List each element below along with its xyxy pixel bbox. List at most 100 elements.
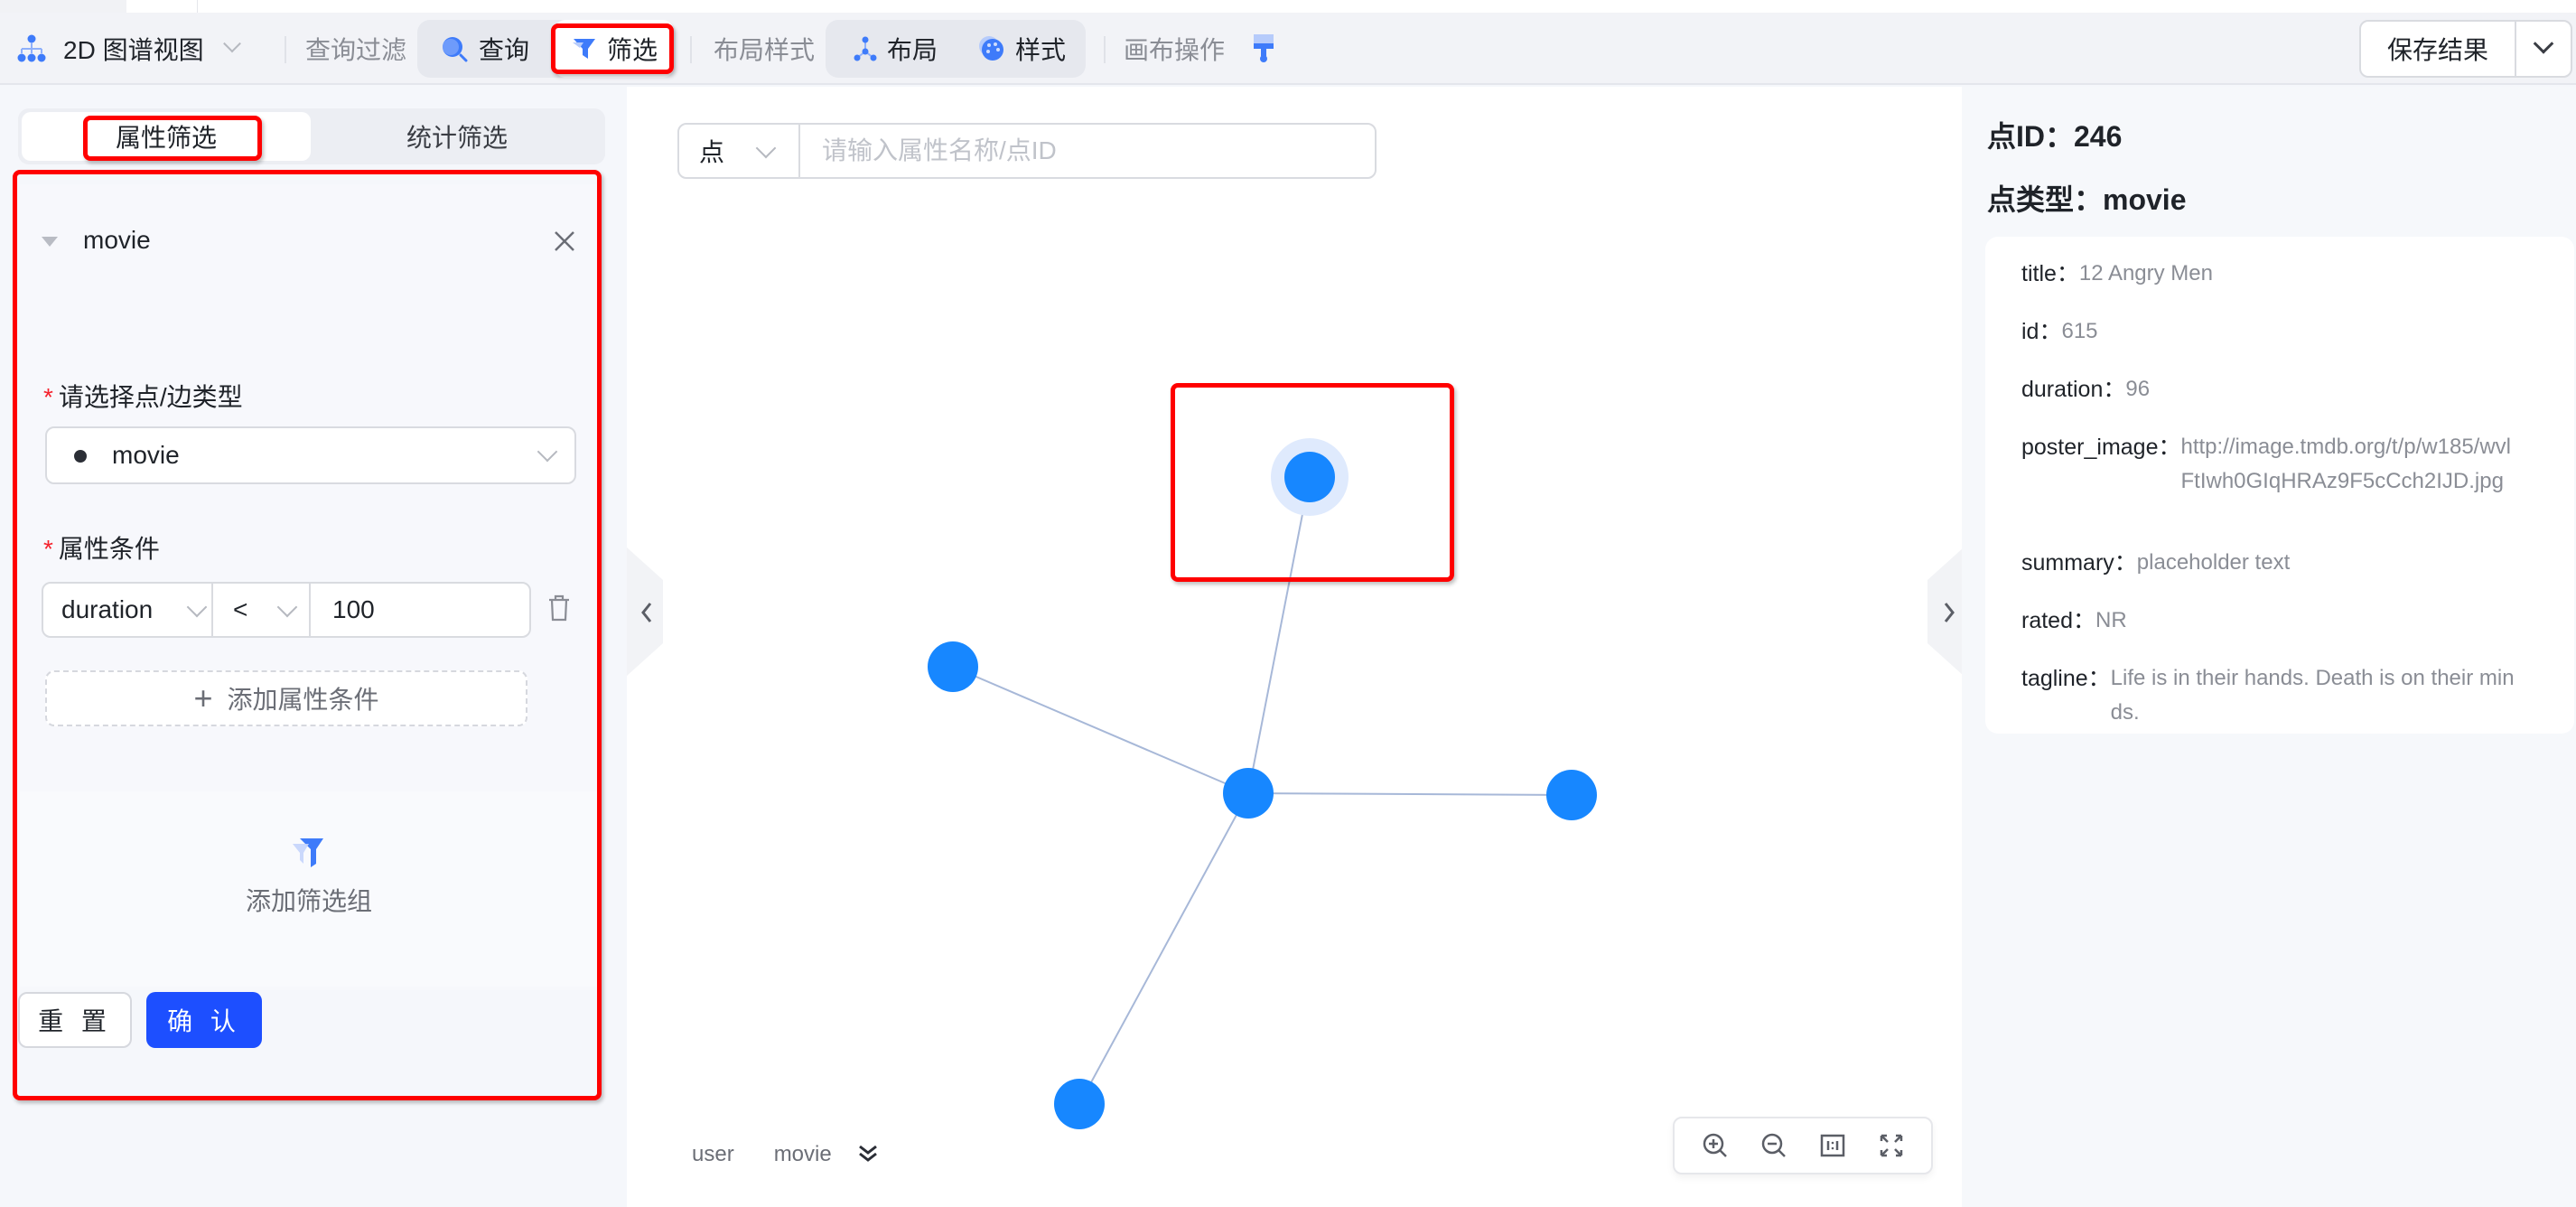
filter-funnel-icon: [573, 39, 595, 59]
style-button[interactable]: 样式: [961, 20, 1082, 78]
tab-statistics-filter[interactable]: 统计筛选: [313, 112, 602, 161]
property-row: tagline： Life is in their hands. Death i…: [2021, 661, 2554, 730]
zoom-out-icon: [1761, 1133, 1786, 1157]
confirm-button[interactable]: 确 认: [146, 992, 262, 1048]
node-detail-panel: 点ID：246 点类型：movie title： 12 Angry Men id…: [1962, 87, 2576, 1207]
zoom-in-button[interactable]: [1699, 1129, 1731, 1162]
trash-icon[interactable]: [546, 593, 573, 623]
query-label: 查询: [479, 36, 530, 64]
type-dot-icon: [74, 450, 87, 463]
search-type-value: 点: [699, 138, 725, 166]
property-value: Life is in their hands. Death is on thei…: [2110, 666, 2515, 725]
property-select[interactable]: duration: [61, 584, 215, 636]
property-key: tagline：: [2021, 666, 2111, 691]
required-asterisk: *: [43, 383, 53, 411]
chevron-down-icon: [276, 596, 298, 618]
property-select-value: duration: [61, 595, 154, 623]
query-button[interactable]: 查询: [425, 20, 546, 78]
add-filter-group-button[interactable]: 添加筛选组: [20, 791, 598, 987]
save-result-button[interactable]: 保存结果: [2361, 22, 2516, 76]
filter-group-card: movie *请选择点/边类型 movie *属性条件 duration <: [20, 184, 598, 990]
required-asterisk: *: [43, 535, 53, 563]
type-select-value: movie: [112, 441, 180, 469]
save-result-button-group: 保存结果: [2359, 20, 2572, 78]
chevron-down-icon: [755, 137, 777, 159]
tab-property-filter[interactable]: 属性筛选: [22, 112, 311, 161]
node-type-heading: 点类型：movie: [1987, 183, 2187, 216]
graph-svg[interactable]: [627, 87, 1962, 1207]
cell-divider: [309, 584, 311, 636]
operator-select-value: <: [233, 595, 248, 623]
collapse-left-panel-button[interactable]: [627, 535, 663, 688]
property-row: rated： NR: [2021, 604, 2554, 638]
type-select[interactable]: movie: [45, 426, 576, 484]
property-value: placeholder text: [2136, 550, 2291, 575]
zoom-out-button[interactable]: [1758, 1129, 1790, 1162]
close-icon[interactable]: [551, 228, 578, 255]
collapse-caret-icon[interactable]: [42, 237, 58, 247]
graph-edge[interactable]: [1247, 476, 1311, 794]
property-row: summary： placeholder text: [2021, 546, 2554, 580]
style-label: 样式: [1015, 36, 1067, 64]
double-chevron-down-icon[interactable]: [857, 1145, 879, 1165]
search-icon: [443, 37, 468, 62]
graph-node[interactable]: [928, 641, 978, 692]
search-type-select[interactable]: 点: [679, 125, 800, 177]
graph-legend: user movie: [692, 1142, 879, 1167]
view-selector-label: 2D 图谱视图: [63, 36, 204, 64]
section-label-canvas-ops: 画布操作: [1124, 36, 1226, 64]
condition-value: 100: [332, 595, 375, 623]
paint-brush-icon: [1254, 34, 1274, 62]
add-condition-label: 添加属性条件: [227, 686, 379, 714]
property-key: id：: [2021, 319, 2062, 344]
actual-size-button[interactable]: [1816, 1129, 1849, 1162]
save-options-dropdown[interactable]: [2516, 22, 2571, 76]
toolbar-divider: [1104, 36, 1106, 63]
property-key: summary：: [2021, 550, 2137, 575]
fullscreen-icon: [1880, 1134, 1902, 1157]
graph-node[interactable]: [1054, 1079, 1105, 1129]
graph-node-selected[interactable]: [1284, 452, 1335, 502]
property-row: id： 615: [2021, 314, 2554, 349]
legend-item-user[interactable]: user: [692, 1142, 734, 1167]
collapse-right-panel-button[interactable]: [1927, 535, 1964, 688]
reset-button[interactable]: 重 置: [18, 992, 132, 1048]
legend-item-movie[interactable]: movie: [774, 1142, 832, 1167]
fit-view-button[interactable]: [1875, 1129, 1908, 1162]
view-selector[interactable]: 2D 图谱视图: [16, 13, 241, 85]
property-value: 615: [2061, 319, 2098, 343]
property-key: title：: [2021, 261, 2079, 286]
graph-node[interactable]: [1546, 770, 1597, 820]
property-row: title： 12 Angry Men: [2021, 257, 2554, 291]
condition-row: duration < 100: [42, 582, 531, 638]
property-value: NR: [2095, 608, 2127, 632]
graph-canvas[interactable]: 点 user movie: [627, 87, 1964, 1207]
section-label-query-filter: 查询过滤: [305, 36, 407, 64]
filter-button[interactable]: 筛选: [555, 20, 675, 78]
add-condition-button[interactable]: + 添加属性条件: [45, 670, 527, 726]
node-properties-card: title： 12 Angry Men id： 615 duration： 96…: [1985, 237, 2574, 734]
condition-value-input[interactable]: 100: [332, 584, 513, 636]
filter-mode-tabs: 属性筛选 统计筛选: [18, 108, 605, 164]
graph-node[interactable]: [1223, 768, 1274, 819]
browser-tab-background: [0, 0, 126, 13]
graph-tree-icon: [17, 34, 46, 62]
graph-edge[interactable]: [1078, 792, 1249, 1105]
property-key: duration：: [2021, 377, 2126, 402]
toolbar: 2D 图谱视图 查询过滤 查询 筛选 布局样式 布局 样式 画布操作 保存结果: [0, 13, 2576, 85]
search-input[interactable]: [802, 125, 1371, 177]
chevron-down-icon: [186, 596, 208, 618]
clear-canvas-button[interactable]: [1252, 13, 1275, 85]
chevron-down-icon: [222, 34, 241, 53]
cell-divider: [211, 584, 213, 636]
layout-nodes-icon: [854, 36, 877, 61]
graph-edge[interactable]: [1247, 792, 1573, 796]
chevron-down-icon: [2533, 33, 2554, 54]
graph-edge[interactable]: [952, 666, 1249, 794]
chevron-down-icon: [537, 441, 558, 463]
layout-button[interactable]: 布局: [836, 20, 954, 78]
add-filter-group-label: 添加筛选组: [245, 887, 372, 915]
condition-field-label-text: 属性条件: [58, 535, 160, 563]
browser-tab-separator: [197, 0, 198, 13]
operator-select[interactable]: <: [233, 584, 314, 636]
